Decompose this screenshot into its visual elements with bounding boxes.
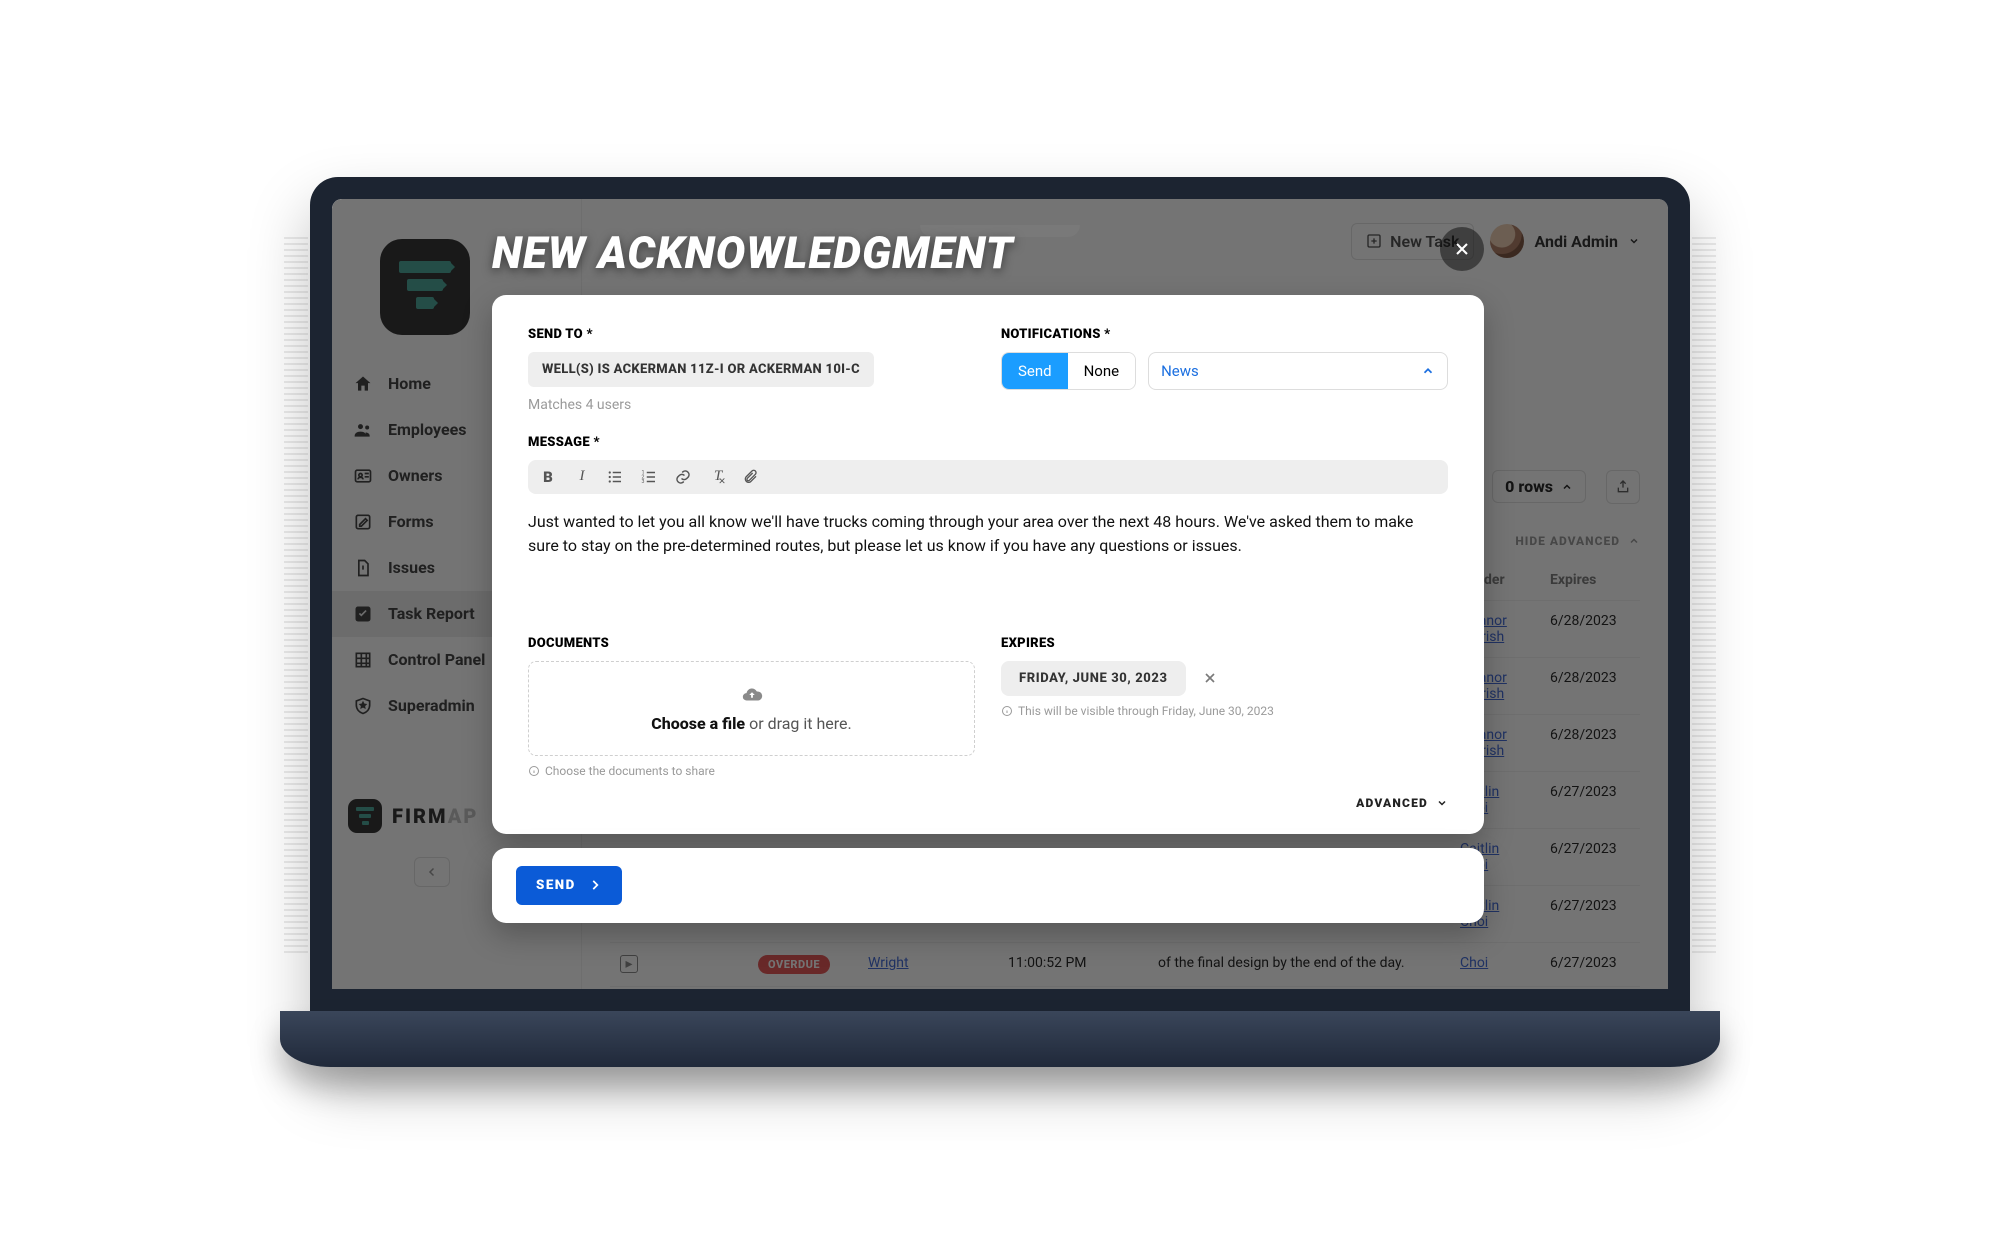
notif-none-button[interactable]: None [1068, 353, 1136, 389]
notifications-label: NOTIFICATIONS * [1001, 327, 1448, 342]
bold-icon[interactable]: B [538, 468, 558, 486]
italic-icon[interactable]: I [572, 468, 592, 485]
message-label: MESSAGE * [528, 435, 1448, 450]
documents-hint: Choose the documents to share [528, 764, 975, 778]
send-to-chip[interactable]: WELL(S) IS ACKERMAN 11Z-I OR ACKERMAN 10… [528, 352, 874, 387]
attachment-icon[interactable] [742, 469, 762, 485]
clear-date-button[interactable] [1202, 670, 1218, 686]
bullet-list-icon[interactable] [606, 468, 626, 486]
send-button[interactable]: SEND [516, 866, 622, 905]
chevron-up-icon [1421, 364, 1435, 378]
notif-send-button[interactable]: Send [1002, 353, 1068, 389]
numbered-list-icon[interactable]: 123 [640, 468, 660, 486]
expires-hint: This will be visible through Friday, Jun… [1001, 704, 1448, 718]
expires-label: EXPIRES [1001, 636, 1448, 651]
advanced-toggle[interactable]: ADVANCED [528, 796, 1448, 810]
editor-toolbar: B I 123 T✕ [528, 460, 1448, 494]
dropdown-value: News [1161, 362, 1199, 380]
modal-form-card: SEND TO * WELL(S) IS ACKERMAN 11Z-I OR A… [492, 295, 1484, 834]
documents-label: DOCUMENTS [528, 636, 975, 651]
link-icon[interactable] [674, 468, 694, 486]
file-dropzone[interactable]: Choose a file or drag it here. [528, 661, 975, 756]
modal: SEND TO * WELL(S) IS ACKERMAN 11Z-I OR A… [492, 295, 1484, 923]
modal-footer-card: SEND [492, 848, 1484, 923]
svg-text:3: 3 [642, 479, 645, 485]
notifications-dropdown[interactable]: News [1148, 352, 1448, 390]
message-textarea[interactable] [528, 510, 1448, 606]
send-to-label: SEND TO * [528, 327, 975, 342]
clear-format-icon[interactable]: T✕ [708, 468, 728, 485]
notifications-toggle: Send None [1001, 352, 1136, 390]
expires-date-chip[interactable]: FRIDAY, JUNE 30, 2023 [1001, 661, 1186, 696]
send-to-hint: Matches 4 users [528, 397, 975, 413]
close-button[interactable] [1440, 227, 1484, 271]
cloud-upload-icon [739, 684, 765, 706]
